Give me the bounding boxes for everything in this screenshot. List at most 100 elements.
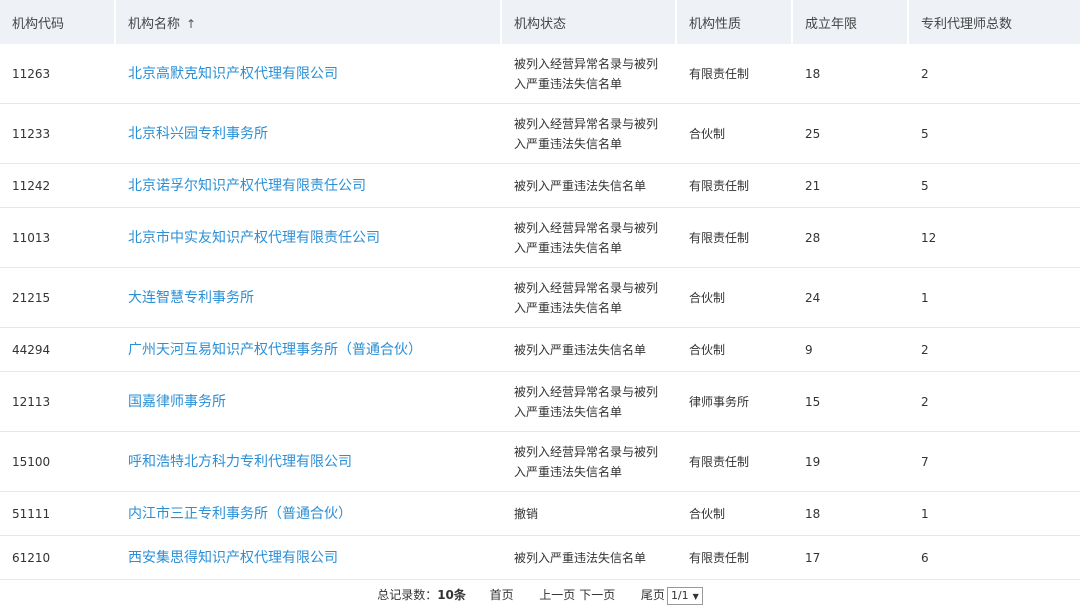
page-select[interactable]: 1/1 ▼: [666, 586, 703, 605]
nature-cell: 合伙制: [677, 492, 793, 536]
years-cell: 21: [793, 164, 909, 208]
agents-cell: 7: [909, 432, 1080, 492]
column-header-nature-label: 机构性质: [689, 16, 742, 32]
code-cell: 11242: [0, 164, 116, 208]
agents-cell: 6: [909, 536, 1080, 580]
status-cell: 被列入严重违法失信名单: [502, 328, 677, 372]
code-cell: 51111: [0, 492, 116, 536]
name-cell: 北京科兴园专利事务所: [116, 104, 502, 164]
nature-cell: 合伙制: [677, 328, 793, 372]
agency-name-link[interactable]: 西安集思得知识产权代理有限公司: [128, 550, 338, 566]
chevron-down-icon: ▼: [692, 591, 699, 601]
name-cell: 西安集思得知识产权代理有限公司: [116, 536, 502, 580]
agency-name-link[interactable]: 北京诺孚尔知识产权代理有限责任公司: [128, 178, 366, 194]
total-records-value: 10条: [437, 588, 466, 602]
table-row: 61210 西安集思得知识产权代理有限公司 被列入严重违法失信名单 有限责任制 …: [0, 536, 1080, 580]
code-cell: 11233: [0, 104, 116, 164]
table-row: 11013 北京市中实友知识产权代理有限责任公司 被列入经营异常名录与被列入严重…: [0, 208, 1080, 268]
nature-cell: 有限责任制: [677, 536, 793, 580]
years-cell: 18: [793, 44, 909, 104]
status-cell: 撤销: [502, 492, 677, 536]
column-header-agents[interactable]: 专利代理师总数: [909, 0, 1080, 44]
agency-name-link[interactable]: 国嘉律师事务所: [128, 394, 226, 410]
name-cell: 北京市中实友知识产权代理有限责任公司: [116, 208, 502, 268]
years-cell: 15: [793, 372, 909, 432]
status-cell: 被列入经营异常名录与被列入严重违法失信名单: [502, 208, 677, 268]
code-cell: 11013: [0, 208, 116, 268]
agents-cell: 1: [909, 492, 1080, 536]
name-cell: 北京诺孚尔知识产权代理有限责任公司: [116, 164, 502, 208]
code-cell: 12113: [0, 372, 116, 432]
code-cell: 11263: [0, 44, 116, 104]
nature-cell: 合伙制: [677, 104, 793, 164]
agency-name-link[interactable]: 北京高默克知识产权代理有限公司: [128, 66, 338, 82]
nature-cell: 有限责任制: [677, 208, 793, 268]
header-row: 机构代码 机构名称 ↑ 机构状态 机构性质 成立年限 专利代理师总数: [0, 0, 1080, 44]
name-cell: 呼和浩特北方科力专利代理有限公司: [116, 432, 502, 492]
column-header-years[interactable]: 成立年限: [793, 0, 909, 44]
last-page-link[interactable]: 尾页: [641, 585, 665, 605]
status-cell: 被列入经营异常名录与被列入严重违法失信名单: [502, 432, 677, 492]
prev-page-link[interactable]: 上一页: [539, 585, 575, 605]
next-page-link[interactable]: 下一页: [579, 585, 615, 605]
agency-name-link[interactable]: 大连智慧专利事务所: [128, 290, 254, 306]
name-cell: 北京高默克知识产权代理有限公司: [116, 44, 502, 104]
page: 机构代码 机构名称 ↑ 机构状态 机构性质 成立年限 专利代理师总数 11263 …: [0, 0, 1080, 605]
years-cell: 18: [793, 492, 909, 536]
agency-name-link[interactable]: 北京市中实友知识产权代理有限责任公司: [128, 230, 380, 246]
column-header-code[interactable]: 机构代码: [0, 0, 116, 44]
years-cell: 25: [793, 104, 909, 164]
column-header-name-label: 机构名称: [128, 16, 181, 32]
nature-cell: 有限责任制: [677, 432, 793, 492]
years-cell: 17: [793, 536, 909, 580]
status-cell: 被列入严重违法失信名单: [502, 164, 677, 208]
code-cell: 61210: [0, 536, 116, 580]
name-cell: 大连智慧专利事务所: [116, 268, 502, 328]
table-body: 11263 北京高默克知识产权代理有限公司 被列入经营异常名录与被列入严重违法失…: [0, 44, 1080, 580]
table-row: 12113 国嘉律师事务所 被列入经营异常名录与被列入严重违法失信名单 律师事务…: [0, 372, 1080, 432]
agents-cell: 1: [909, 268, 1080, 328]
column-header-status-label: 机构状态: [514, 16, 567, 32]
page-select-value: 1/1: [670, 588, 689, 602]
table-row: 21215 大连智慧专利事务所 被列入经营异常名录与被列入严重违法失信名单 合伙…: [0, 268, 1080, 328]
total-records-label: 总记录数：: [377, 588, 438, 602]
name-cell: 广州天河互易知识产权代理事务所（普通合伙）: [116, 328, 502, 372]
column-header-code-label: 机构代码: [12, 16, 65, 32]
years-cell: 19: [793, 432, 909, 492]
column-header-status[interactable]: 机构状态: [502, 0, 677, 44]
nature-cell: 有限责任制: [677, 164, 793, 208]
status-cell: 被列入经营异常名录与被列入严重违法失信名单: [502, 104, 677, 164]
agency-name-link[interactable]: 北京科兴园专利事务所: [128, 126, 268, 142]
code-cell: 21215: [0, 268, 116, 328]
agents-cell: 5: [909, 104, 1080, 164]
table-header: 机构代码 机构名称 ↑ 机构状态 机构性质 成立年限 专利代理师总数: [0, 0, 1080, 44]
name-cell: 国嘉律师事务所: [116, 372, 502, 432]
status-cell: 被列入经营异常名录与被列入严重违法失信名单: [502, 44, 677, 104]
arrow-up-icon[interactable]: ↑: [186, 17, 196, 31]
agency-name-link[interactable]: 内江市三正专利事务所（普通合伙）: [128, 506, 352, 522]
years-cell: 9: [793, 328, 909, 372]
column-header-agents-label: 专利代理师总数: [921, 16, 1013, 32]
column-header-years-label: 成立年限: [805, 16, 858, 32]
agents-cell: 2: [909, 328, 1080, 372]
agents-cell: 2: [909, 44, 1080, 104]
table-row: 15100 呼和浩特北方科力专利代理有限公司 被列入经营异常名录与被列入严重违法…: [0, 432, 1080, 492]
status-cell: 被列入经营异常名录与被列入严重违法失信名单: [502, 268, 677, 328]
agents-cell: 2: [909, 372, 1080, 432]
first-page-link[interactable]: 首页: [490, 585, 514, 605]
table-row: 11263 北京高默克知识产权代理有限公司 被列入经营异常名录与被列入严重违法失…: [0, 44, 1080, 104]
code-cell: 44294: [0, 328, 116, 372]
table-row: 11233 北京科兴园专利事务所 被列入经营异常名录与被列入严重违法失信名单 合…: [0, 104, 1080, 164]
column-header-name[interactable]: 机构名称 ↑: [116, 0, 502, 44]
agency-table: 机构代码 机构名称 ↑ 机构状态 机构性质 成立年限 专利代理师总数 11263 …: [0, 0, 1080, 580]
agency-name-link[interactable]: 广州天河互易知识产权代理事务所（普通合伙）: [128, 342, 422, 358]
years-cell: 24: [793, 268, 909, 328]
nature-cell: 有限责任制: [677, 44, 793, 104]
agents-cell: 5: [909, 164, 1080, 208]
agency-name-link[interactable]: 呼和浩特北方科力专利代理有限公司: [128, 454, 352, 470]
table-row: 11242 北京诺孚尔知识产权代理有限责任公司 被列入严重违法失信名单 有限责任…: [0, 164, 1080, 208]
column-header-nature[interactable]: 机构性质: [677, 0, 793, 44]
years-cell: 28: [793, 208, 909, 268]
status-cell: 被列入严重违法失信名单: [502, 536, 677, 580]
code-cell: 15100: [0, 432, 116, 492]
